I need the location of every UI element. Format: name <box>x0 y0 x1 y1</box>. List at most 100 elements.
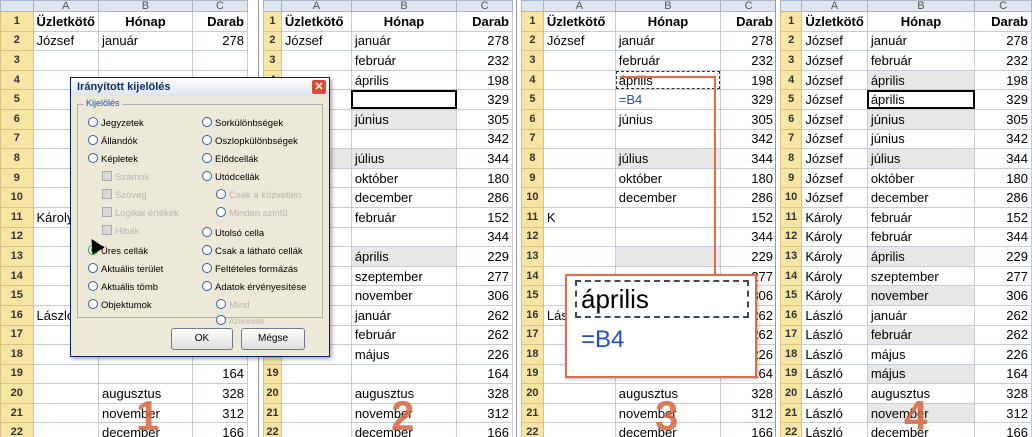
cell[interactable] <box>542 167 616 189</box>
row-header[interactable]: 17 <box>780 324 803 346</box>
row-header[interactable]: 8 <box>780 148 803 169</box>
option-direct-only[interactable]: Csak a közvetlen <box>216 189 301 201</box>
header-cell[interactable]: Darab <box>191 11 248 32</box>
cell[interactable]: 312 <box>456 402 513 424</box>
cell[interactable]: 166 <box>456 422 513 437</box>
row-header[interactable]: 20 <box>521 383 544 404</box>
cell[interactable] <box>280 383 352 404</box>
cancel-button[interactable]: Mégse <box>241 328 305 350</box>
option-visible-cells[interactable]: Csak a látható cellák <box>202 245 303 257</box>
row-header[interactable]: 16 <box>521 304 544 326</box>
cell[interactable]: 344 <box>720 148 777 169</box>
column-header[interactable]: B <box>614 0 722 12</box>
row-header[interactable]: 15 <box>0 285 34 306</box>
cell[interactable]: május <box>350 344 458 365</box>
row-header[interactable]: 10 <box>521 187 544 208</box>
option-objects[interactable]: Objektumok <box>88 299 152 311</box>
cell[interactable]: László <box>801 324 868 346</box>
select-all-corner[interactable] <box>521 0 544 12</box>
cell[interactable]: október <box>350 167 458 189</box>
cell[interactable]: József <box>801 187 868 208</box>
cell[interactable]: 198 <box>456 69 513 91</box>
cell[interactable]: 305 <box>720 108 777 130</box>
cell[interactable]: 278 <box>191 30 248 52</box>
option-data-validation[interactable]: Adatok érvényesítése <box>202 281 306 293</box>
cell[interactable]: 262 <box>456 324 513 346</box>
header-cell[interactable]: Üzletkötő <box>801 11 868 32</box>
cell[interactable]: 305 <box>456 108 513 130</box>
cell[interactable]: 344 <box>456 148 513 169</box>
cell[interactable]: 286 <box>456 187 513 208</box>
cell[interactable]: 278 <box>974 30 1032 52</box>
column-header[interactable]: B <box>866 0 976 12</box>
cell[interactable]: július <box>614 148 722 169</box>
cell[interactable]: október <box>866 167 976 189</box>
cell[interactable]: február <box>866 324 976 346</box>
select-all-corner[interactable] <box>780 0 803 12</box>
cell[interactable]: 198 <box>720 69 777 91</box>
cell[interactable]: 166 <box>974 422 1032 437</box>
row-header[interactable]: 2 <box>0 30 34 52</box>
cell[interactable]: 329 <box>720 89 777 110</box>
cell[interactable] <box>350 128 458 150</box>
column-header[interactable]: C <box>974 0 1032 12</box>
option-column-differences[interactable]: Oszlopkülönbségek <box>202 135 298 147</box>
header-cell[interactable]: Üzletkötő <box>32 11 99 32</box>
cell[interactable]: április <box>866 89 976 110</box>
cell[interactable]: 226 <box>974 344 1032 365</box>
cell[interactable] <box>32 383 99 404</box>
column-header[interactable]: C <box>191 0 248 12</box>
cell[interactable]: József <box>801 89 868 110</box>
cell[interactable]: 328 <box>720 383 777 404</box>
cell[interactable]: január <box>614 30 722 52</box>
row-header[interactable]: 16 <box>780 304 803 326</box>
cell[interactable]: K <box>542 206 616 228</box>
cell[interactable] <box>542 148 616 169</box>
row-header[interactable]: 6 <box>0 108 34 130</box>
cell[interactable]: 278 <box>456 30 513 52</box>
cell[interactable]: 286 <box>974 187 1032 208</box>
cell[interactable]: 342 <box>974 128 1032 150</box>
cell[interactable] <box>32 50 99 71</box>
row-header[interactable]: 10 <box>780 187 803 208</box>
cell[interactable]: 229 <box>456 246 513 267</box>
row-header[interactable]: 3 <box>0 50 34 71</box>
cell[interactable] <box>350 226 458 248</box>
cell[interactable] <box>542 89 616 110</box>
cell[interactable]: József <box>542 30 616 52</box>
row-header[interactable]: 3 <box>780 50 803 71</box>
row-header[interactable]: 2 <box>780 30 803 52</box>
cell[interactable]: február <box>350 324 458 346</box>
row-header[interactable]: 5 <box>0 89 34 110</box>
row-header[interactable]: 14 <box>0 265 34 287</box>
row-header[interactable]: 10 <box>0 187 34 208</box>
cell[interactable]: június <box>866 108 976 130</box>
row-header[interactable]: 6 <box>521 108 544 130</box>
cell[interactable]: 232 <box>974 50 1032 71</box>
option-current-region[interactable]: Aktuális terület <box>88 263 163 275</box>
cell[interactable]: január <box>866 30 976 52</box>
cell[interactable]: Károly <box>801 246 868 267</box>
row-header[interactable]: 15 <box>521 285 544 306</box>
cell[interactable]: 312 <box>191 402 248 424</box>
cell[interactable]: Károly <box>801 226 868 248</box>
option-conditional-formats[interactable]: Feltételes formázás <box>202 263 298 275</box>
ok-button[interactable]: OK <box>171 328 233 350</box>
header-cell[interactable]: Üzletkötő <box>280 11 352 32</box>
cell[interactable]: október <box>614 167 722 189</box>
column-header[interactable]: B <box>98 0 193 12</box>
option-notes[interactable]: Jegyzetek <box>88 117 144 129</box>
cell[interactable]: 262 <box>974 324 1032 346</box>
cell[interactable]: 229 <box>720 246 777 267</box>
cell[interactable]: Károly <box>801 265 868 287</box>
cell[interactable]: december <box>866 187 976 208</box>
column-header[interactable]: C <box>720 0 777 12</box>
row-header[interactable]: 17 <box>0 324 34 346</box>
cell[interactable]: József <box>801 148 868 169</box>
column-header[interactable]: B <box>350 0 458 12</box>
row-header[interactable]: 22 <box>780 422 803 437</box>
close-icon[interactable]: ✕ <box>312 80 326 94</box>
option-same[interactable]: Azonosak <box>216 315 264 326</box>
option-current-array[interactable]: Aktuális tömb <box>88 281 158 293</box>
cell[interactable]: 312 <box>974 402 1032 424</box>
